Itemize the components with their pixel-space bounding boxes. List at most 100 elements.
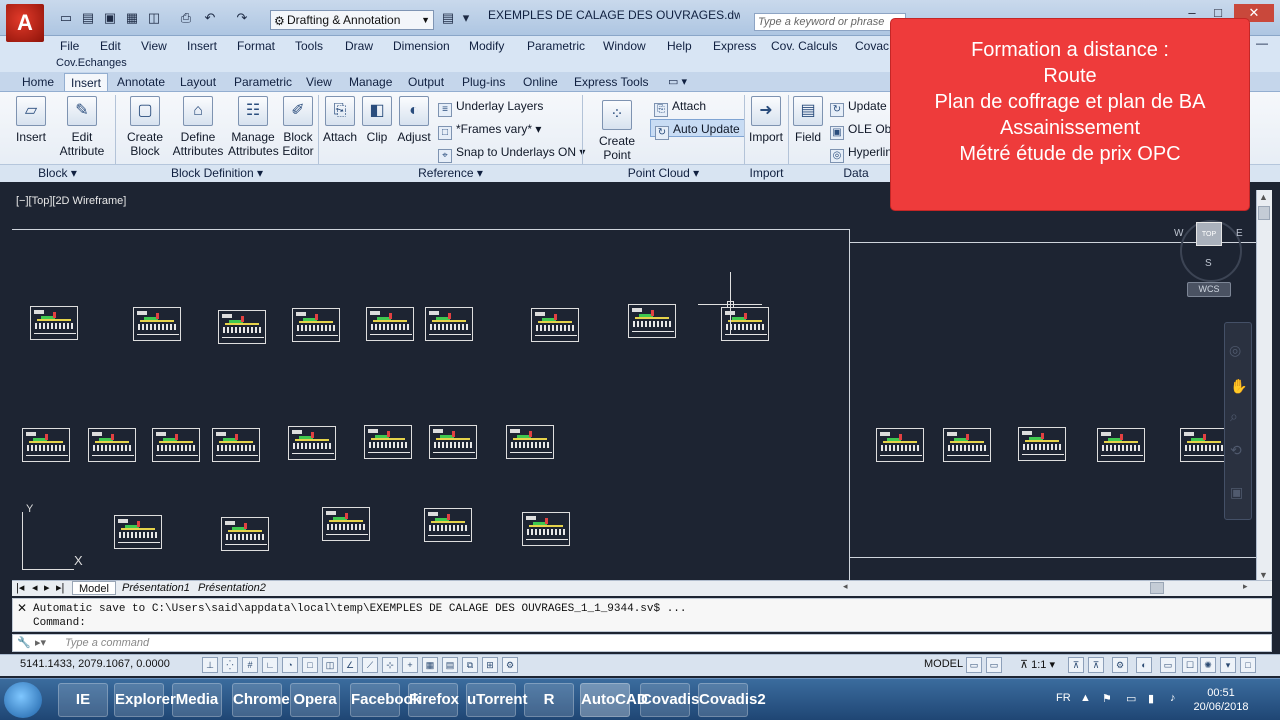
model-space-toggle[interactable]: MODEL	[924, 658, 963, 670]
command-input[interactable]: Type a command	[65, 635, 149, 651]
hscroll-left-icon[interactable]: ◂	[843, 581, 848, 592]
open-file-icon[interactable]: ▤	[80, 10, 96, 26]
tab-presentation1[interactable]: Présentation1	[118, 581, 194, 595]
language-indicator[interactable]: FR	[1056, 692, 1071, 704]
workspace-dropdown[interactable]: ⚙ Drafting & Annotation ▼	[270, 10, 434, 30]
ole-object-button[interactable]: ▣ OLE Obj	[830, 120, 894, 140]
drawing-sheet[interactable]	[721, 307, 769, 341]
workspace-switching-icon[interactable]: ⚙	[1112, 657, 1128, 673]
orbit-icon[interactable]: ⟲	[1230, 442, 1242, 459]
insert-block-button[interactable]: ▱ Insert	[12, 96, 50, 144]
menu-parametric[interactable]: Parametric	[527, 36, 585, 56]
menu-view[interactable]: View	[141, 36, 167, 56]
explorer-taskbar-icon[interactable]: Explorer	[114, 683, 176, 717]
selection-cycling-icon[interactable]: ⧉	[462, 657, 478, 673]
pan-icon[interactable]: ✋	[1230, 378, 1247, 395]
drawing-sheet[interactable]	[531, 308, 579, 342]
drawing-sheet[interactable]	[152, 428, 200, 462]
drawing-sheet[interactable]	[1180, 428, 1228, 462]
panel-label-reference[interactable]: Reference ▾	[319, 165, 582, 181]
ortho-icon[interactable]: ∟	[262, 657, 278, 673]
chrome-taskbar-icon[interactable]: Chrome	[232, 683, 290, 717]
quick-view-drawings-icon[interactable]: ▭	[986, 657, 1002, 673]
tab-nav-next-icon[interactable]: ▸	[44, 581, 50, 595]
wrench-icon[interactable]: 🔧	[17, 635, 31, 651]
panel-label-point-cloud[interactable]: Point Cloud ▾	[583, 165, 744, 181]
vertical-scrollbar[interactable]	[1256, 190, 1272, 582]
drawing-sheet[interactable]	[88, 428, 136, 462]
clip-button[interactable]: ◧ Clip	[362, 96, 392, 144]
drawing-sheet[interactable]	[114, 515, 162, 549]
menu-format[interactable]: Format	[237, 36, 275, 56]
isolate-objects-icon[interactable]: ☐	[1182, 657, 1198, 673]
tab-nav-first-icon[interactable]: |◂	[16, 581, 24, 595]
create-block-button[interactable]: ▢ Create Block	[124, 96, 166, 158]
hscroll-right-icon[interactable]: ▸	[1243, 581, 1248, 592]
drawing-sheet[interactable]	[212, 428, 260, 462]
drawing-sheet[interactable]	[364, 425, 412, 459]
command-prompt-icon[interactable]: ▸▾	[35, 635, 46, 651]
tab-nav-prev-icon[interactable]: ◂	[32, 581, 38, 595]
menu-cov-echanges[interactable]: Cov.Echanges	[56, 56, 127, 70]
zoom-icon[interactable]: ⌕	[1230, 408, 1238, 425]
tab-output[interactable]: Output	[402, 73, 450, 91]
drawing-sheet[interactable]	[628, 304, 676, 338]
menu-window[interactable]: Window	[603, 36, 646, 56]
drawing-sheet[interactable]	[429, 425, 477, 459]
ribbon-toggle-icon[interactable]: —	[1256, 36, 1268, 50]
cloud-icon[interactable]: ◫	[146, 10, 162, 26]
menu-dimension[interactable]: Dimension	[393, 36, 450, 56]
hyperlink-button[interactable]: ◎ Hyperlin	[830, 143, 892, 163]
auto-scale-icon[interactable]: ⊼	[1088, 657, 1104, 673]
drawing-sheet[interactable]	[522, 512, 570, 546]
polar-icon[interactable]: ◔	[282, 657, 298, 673]
lock-icon[interactable]: ◐	[1136, 657, 1152, 673]
redo-icon[interactable]: ↷	[234, 10, 250, 26]
tab-nav-last-icon[interactable]: ▸|	[56, 581, 64, 595]
opera-taskbar-icon[interactable]: Opera	[290, 683, 340, 717]
annotation-visibility-icon[interactable]: ⊼	[1068, 657, 1084, 673]
snap-underlays-dropdown[interactable]: ⌖ Snap to Underlays ON ▾	[438, 143, 585, 163]
tab-home[interactable]: Home	[16, 73, 60, 91]
steering-wheel-icon[interactable]: ◎	[1229, 342, 1241, 359]
define-attributes-button[interactable]: ⌂ Define Attributes	[172, 96, 224, 158]
quick-properties-icon[interactable]: ▤	[442, 657, 458, 673]
menu-insert[interactable]: Insert	[187, 36, 217, 56]
scroll-down-icon[interactable]: ▼	[1259, 570, 1268, 580]
lineweight-icon[interactable]: +	[402, 657, 418, 673]
tab-model[interactable]: Model	[72, 581, 116, 595]
command-line[interactable]: 🔧 ▸▾ Type a command	[12, 634, 1272, 652]
menu-file[interactable]: File	[60, 36, 79, 56]
scroll-up-icon[interactable]: ▲	[1259, 192, 1268, 202]
viewport-controls[interactable]: [−][Top][2D Wireframe]	[16, 195, 126, 207]
block-editor-button[interactable]: ✐ Block Editor	[280, 96, 316, 158]
annotation-monitor-icon[interactable]: ⊞	[482, 657, 498, 673]
horizontal-scroll-thumb[interactable]	[1150, 582, 1164, 594]
tab-layout[interactable]: Layout	[174, 73, 222, 91]
update-fields-button[interactable]: ↻ Update	[830, 97, 887, 117]
attach-reference-button[interactable]: ⎘ Attach	[322, 96, 358, 144]
menu-cov-calculs[interactable]: Cov. Calculs	[771, 36, 837, 56]
menu-edit[interactable]: Edit	[100, 36, 121, 56]
covadis2-taskbar-icon[interactable]: Covadis2	[698, 683, 766, 717]
taskbar-clock[interactable]: 00:51 20/06/2018	[1188, 686, 1254, 714]
tab-manage[interactable]: Manage	[343, 73, 398, 91]
import-button[interactable]: ➜ Import	[746, 96, 786, 144]
clean-screen-icon[interactable]: □	[1240, 657, 1256, 673]
tab-presentation2[interactable]: Présentation2	[194, 581, 270, 595]
wcs-menu[interactable]: WCS	[1187, 282, 1231, 297]
tray-show-hidden-icon[interactable]: ▲	[1080, 692, 1091, 704]
annotation-scale[interactable]: ⊼ 1:1 ▾	[1020, 658, 1055, 671]
bulb-icon[interactable]: ✺	[1200, 657, 1216, 673]
auto-update-toggle[interactable]: ↻ Auto Update	[650, 119, 745, 140]
drawing-sheet[interactable]	[288, 426, 336, 460]
tab-annotate[interactable]: Annotate	[111, 73, 171, 91]
panel-label-import[interactable]: Import	[745, 165, 788, 181]
media-taskbar-icon[interactable]: Media	[172, 683, 222, 717]
drawing-sheet[interactable]	[366, 307, 414, 341]
ribbon-minimize-icon[interactable]: ▭ ▾	[668, 75, 687, 88]
osnap-icon[interactable]: □	[302, 657, 318, 673]
tray-flag-icon[interactable]: ⚑	[1102, 692, 1112, 705]
otrack-icon[interactable]: ∠	[342, 657, 358, 673]
drawing-sheet[interactable]	[322, 507, 370, 541]
